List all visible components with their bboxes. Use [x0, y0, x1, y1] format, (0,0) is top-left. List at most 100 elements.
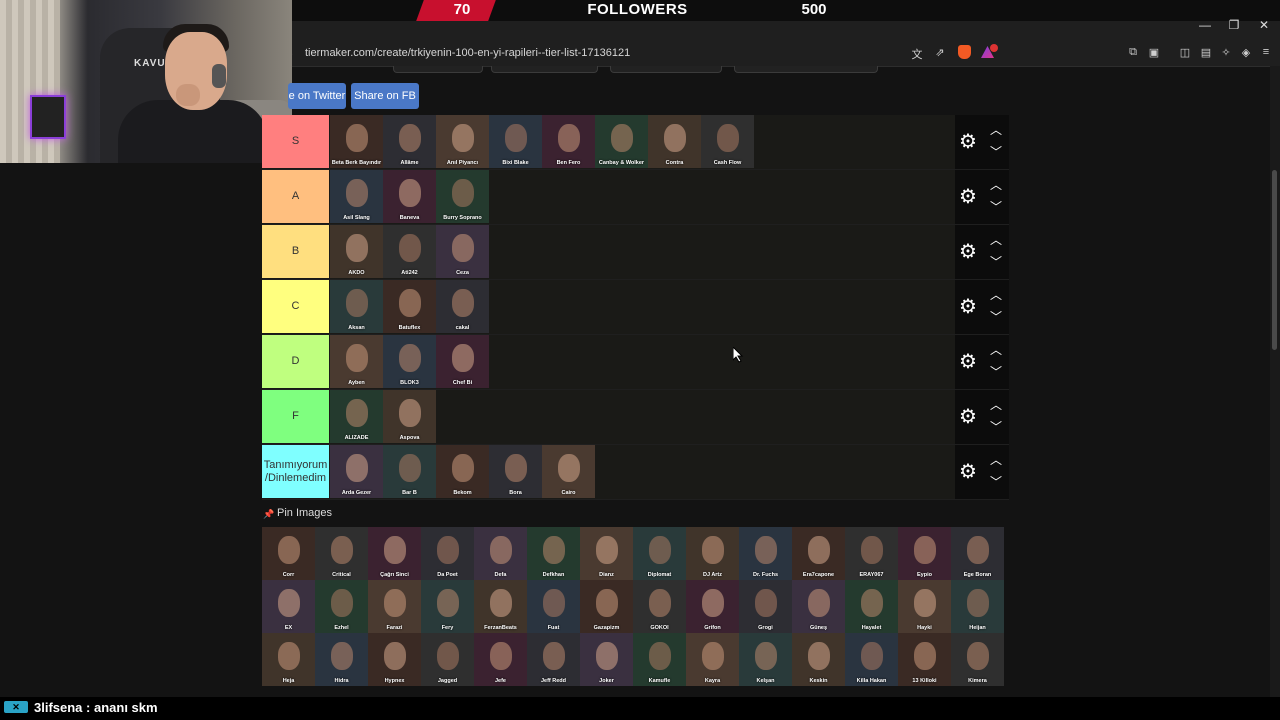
pool-tile[interactable]: Heijan [951, 580, 1004, 633]
pool-tile[interactable]: Dianz [580, 527, 633, 580]
extensions-icon[interactable]: ⧉ [1125, 46, 1141, 59]
rapper-tile[interactable]: Burry Soprano [436, 170, 489, 223]
tier-label[interactable]: F [262, 390, 329, 443]
chevron-down-icon[interactable]: ﹀ [990, 363, 1002, 380]
pool-tile[interactable]: Da Poet [421, 527, 474, 580]
pool-tile[interactable]: Keskin [792, 633, 845, 686]
pool-tile[interactable]: Critical [315, 527, 368, 580]
rapper-tile[interactable]: Cairo [542, 445, 595, 498]
pool-tile[interactable]: Hayki [898, 580, 951, 633]
rapper-tile[interactable]: Ben Fero [542, 115, 595, 168]
rapper-tile[interactable]: BLOK3 [383, 335, 436, 388]
chevron-up-icon[interactable]: ︿ [990, 396, 1002, 413]
tier-label[interactable]: D [262, 335, 329, 388]
scrollbar-thumb[interactable] [1272, 170, 1277, 350]
rapper-tile[interactable]: Anıl Piyancı [436, 115, 489, 168]
gear-icon[interactable]: ⚙ [959, 132, 979, 152]
pool-tile[interactable]: FerzanBeats [474, 580, 527, 633]
chevron-up-icon[interactable]: ︿ [990, 286, 1002, 303]
pool-tile[interactable]: Joker [580, 633, 633, 686]
pool-tile[interactable]: ERAY067 [845, 527, 898, 580]
scrollbar-track[interactable] [1270, 66, 1280, 706]
gear-icon[interactable]: ⚙ [959, 187, 979, 207]
pool-tile[interactable]: Grifon [686, 580, 739, 633]
gear-icon[interactable]: ⚙ [959, 297, 979, 317]
tier-label[interactable]: C [262, 280, 329, 333]
pool-tile[interactable]: Eypio [898, 527, 951, 580]
rapper-tile[interactable]: Ayben [330, 335, 383, 388]
chevron-up-icon[interactable]: ︿ [990, 176, 1002, 193]
pool-tile[interactable]: Hidra [315, 633, 368, 686]
wallet-icon[interactable]: ▤ [1198, 46, 1214, 59]
pool-tile[interactable]: Güneş [792, 580, 845, 633]
pool-tile[interactable]: Jagged [421, 633, 474, 686]
toolbar-stub[interactable] [734, 66, 878, 73]
pool-tile[interactable]: Ezhel [315, 580, 368, 633]
rapper-tile[interactable]: Canbay & Wolker [595, 115, 648, 168]
pool-tile[interactable]: Killa Hakan [845, 633, 898, 686]
url-text[interactable]: tiermaker.com/create/trkiyenin-100-en-yi… [305, 47, 630, 59]
rapper-tile[interactable]: AKDO [330, 225, 383, 278]
chevron-up-icon[interactable]: ︿ [990, 231, 1002, 248]
pool-tile[interactable]: Kimera [951, 633, 1004, 686]
rapper-tile[interactable]: Chef Bi [436, 335, 489, 388]
toolbar-stub[interactable] [491, 66, 598, 73]
pool-tile[interactable]: Defkhan [527, 527, 580, 580]
rapper-tile[interactable]: Beta Berk Bayındır [330, 115, 383, 168]
toolbar-stub[interactable] [393, 66, 483, 73]
pool-tile[interactable]: Çağrı Sinci [368, 527, 421, 580]
pool-tile[interactable]: Farazi [368, 580, 421, 633]
chevron-up-icon[interactable]: ︿ [990, 121, 1002, 138]
chevron-down-icon[interactable]: ﹀ [990, 253, 1002, 270]
tier-label[interactable]: Tanımıyorum /Dinlemedim [262, 445, 329, 498]
brave-shield-icon[interactable] [958, 45, 971, 59]
rapper-tile[interactable]: cakal [436, 280, 489, 333]
pool-tile[interactable]: Hypnex [368, 633, 421, 686]
rapper-tile[interactable]: Bixi Blake [489, 115, 542, 168]
chevron-up-icon[interactable]: ︿ [990, 341, 1002, 358]
pin-images-toggle[interactable]: Pin Images [277, 507, 332, 519]
share-twitter-button[interactable]: e on Twitter [288, 83, 346, 109]
pool-tile[interactable]: DJ Artz [686, 527, 739, 580]
gear-icon[interactable]: ⚙ [959, 407, 979, 427]
pool-tile[interactable]: Era7capone [792, 527, 845, 580]
chevron-up-icon[interactable]: ︿ [990, 451, 1002, 468]
rapper-tile[interactable]: Allâme [383, 115, 436, 168]
chevron-down-icon[interactable]: ﹀ [990, 198, 1002, 215]
vpn-icon[interactable]: ◈ [1238, 46, 1254, 59]
restore-button[interactable]: ❐ [1219, 18, 1249, 32]
gear-icon[interactable]: ⚙ [959, 352, 979, 372]
pool-tile[interactable]: Fery [421, 580, 474, 633]
chevron-down-icon[interactable]: ﹀ [990, 473, 1002, 490]
pool-tile[interactable]: Gazapizm [580, 580, 633, 633]
tier-label[interactable]: B [262, 225, 329, 278]
tier-label[interactable]: A [262, 170, 329, 223]
rapper-tile[interactable]: Bar B [383, 445, 436, 498]
pin-icon[interactable]: 📌 [263, 509, 274, 519]
translate-icon[interactable]: 文 [909, 46, 925, 62]
close-window-button[interactable]: ✕ [1249, 18, 1279, 32]
pool-tile[interactable]: Jefe [474, 633, 527, 686]
pool-tile[interactable]: Ege Boran [951, 527, 1004, 580]
rapper-tile[interactable]: Bekom [436, 445, 489, 498]
rapper-tile[interactable]: Bora [489, 445, 542, 498]
rapper-tile[interactable]: ALIZADE [330, 390, 383, 443]
menu-icon[interactable]: ≡ [1258, 46, 1274, 58]
rapper-tile[interactable]: Aksan [330, 280, 383, 333]
share-icon[interactable]: ⇗ [932, 46, 948, 59]
pool-tile[interactable]: Kelşan [739, 633, 792, 686]
chevron-down-icon[interactable]: ﹀ [990, 418, 1002, 435]
pool-tile[interactable]: Hayalet [845, 580, 898, 633]
pool-tile[interactable]: Grogi [739, 580, 792, 633]
rapper-tile[interactable]: Contra [648, 115, 701, 168]
pool-tile[interactable]: Diplomat [633, 527, 686, 580]
rapper-tile[interactable]: Arda Gezer [330, 445, 383, 498]
rapper-tile[interactable]: Baneva [383, 170, 436, 223]
gear-icon[interactable]: ⚙ [959, 242, 979, 262]
pool-tile[interactable]: Dr. Fuchs [739, 527, 792, 580]
leo-icon[interactable]: ✧ [1218, 46, 1234, 59]
rapper-tile[interactable]: Asil Slang [330, 170, 383, 223]
media-icon[interactable]: ▣ [1146, 46, 1162, 59]
rapper-tile[interactable]: Batuflex [383, 280, 436, 333]
minimize-button[interactable]: — [1190, 18, 1220, 32]
